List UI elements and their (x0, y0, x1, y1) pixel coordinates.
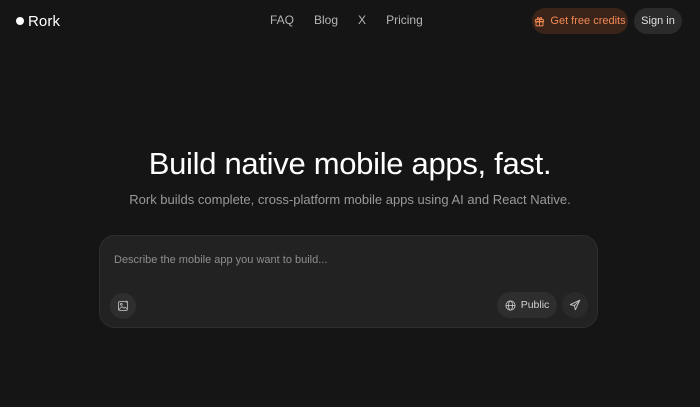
logo-text: Rork (28, 12, 61, 30)
nav-link-faq[interactable]: FAQ (270, 13, 294, 27)
prompt-input[interactable] (114, 251, 584, 269)
nav-link-blog[interactable]: Blog (314, 13, 338, 27)
get-free-credits-label: Get free credits (550, 15, 626, 27)
visibility-label: Public (520, 299, 550, 311)
prompt-box: Public (99, 235, 598, 328)
get-free-credits-button[interactable]: Get free credits (532, 8, 628, 34)
hero-subtitle: Rork builds complete, cross-platform mob… (129, 192, 571, 207)
hero-title: Build native mobile apps, fast. (148, 146, 552, 181)
page: Rork FAQ Blog X Pricing Get free credits… (0, 0, 700, 407)
visibility-toggle-button[interactable]: Public (497, 292, 557, 318)
image-icon (117, 300, 129, 312)
logo-dot-icon (16, 17, 24, 25)
main-nav: FAQ Blog X Pricing (270, 13, 423, 27)
logo[interactable]: Rork (16, 12, 60, 30)
nav-link-x[interactable]: X (358, 13, 366, 27)
sign-in-button[interactable]: Sign in (634, 8, 682, 34)
header: Rork FAQ Blog X Pricing Get free credits… (0, 0, 700, 42)
globe-icon (505, 300, 516, 311)
send-button[interactable] (562, 292, 588, 318)
attach-image-button[interactable] (110, 293, 136, 319)
send-icon (569, 299, 581, 311)
gift-icon (534, 16, 545, 27)
nav-link-pricing[interactable]: Pricing (386, 13, 423, 27)
